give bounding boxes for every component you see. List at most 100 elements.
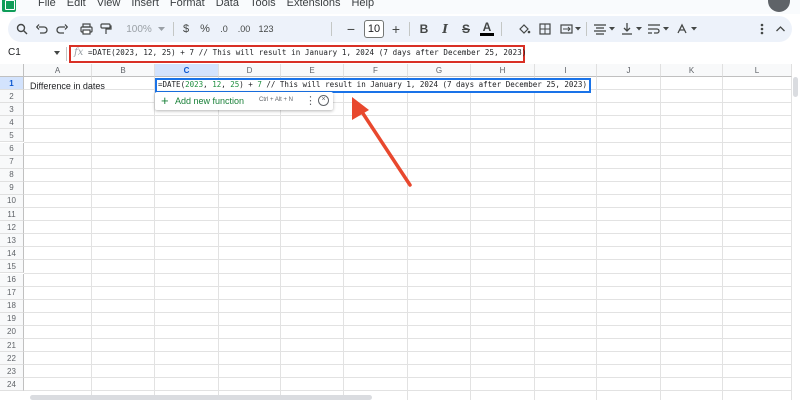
column-header-d[interactable]: D [219,64,281,77]
sheets-logo-icon[interactable] [2,0,16,12]
cell-a1[interactable]: Difference in dates [30,81,105,91]
column-header-f[interactable]: F [344,64,408,77]
zoom-chevron-down-icon[interactable] [156,20,166,38]
horizontal-scroll-thumb[interactable] [30,395,372,400]
row-header-16[interactable]: 16 [0,273,24,287]
text-color-button[interactable]: A [480,20,494,36]
currency-format-button[interactable]: $ [180,20,192,38]
wrap-chevron-down-icon[interactable] [662,20,670,38]
row-gridline [24,351,800,353]
borders-icon[interactable] [537,20,553,38]
search-menus-icon[interactable] [14,20,30,38]
paint-format-icon[interactable] [98,20,114,38]
row-header-19[interactable]: 19 [0,312,24,326]
row-gridline [24,115,800,117]
formula-arg-year: 2023 [185,80,204,89]
formula-bar-divider [66,47,67,61]
row-header-8[interactable]: 8 [0,168,24,182]
menu-view[interactable]: View [97,0,121,9]
row-gridline [24,390,800,392]
increase-font-size-button[interactable]: + [389,20,403,38]
row-header-4[interactable]: 4 [0,116,24,130]
rotation-chevron-down-icon[interactable] [690,20,698,38]
number-format-label: 123 [258,24,274,34]
row-header-20[interactable]: 20 [0,325,24,339]
row-header-10[interactable]: 10 [0,194,24,208]
row-header-2[interactable]: 2 [0,90,24,104]
text-rotation-icon[interactable] [674,20,690,38]
menu-tools[interactable]: Tools [250,0,276,9]
menu-file[interactable]: File [38,0,56,9]
bold-button[interactable]: B [417,20,431,38]
merge-cells-icon[interactable] [558,20,574,38]
row-header-7[interactable]: 7 [0,155,24,169]
row-header-23[interactable]: 23 [0,365,24,379]
formula-input[interactable]: =DATE(2023, 12, 25) + 7 // This will res… [88,48,526,57]
column-header-e[interactable]: E [281,64,344,77]
add-icon: + [161,93,169,108]
valign-chevron-down-icon[interactable] [635,20,643,38]
column-header-b[interactable]: B [92,64,155,77]
menu-format[interactable]: Format [170,0,205,9]
row-header-12[interactable]: 12 [0,221,24,235]
row-header-17[interactable]: 17 [0,286,24,300]
align-chevron-down-icon[interactable] [608,20,616,38]
number-format-button[interactable]: 123 [257,20,275,38]
font-size-input[interactable]: 10 [364,20,384,38]
column-header-c[interactable]: C [155,64,219,77]
row-header-1[interactable]: 1 [0,77,24,91]
menu-help[interactable]: Help [351,0,374,9]
column-header-i[interactable]: I [535,64,597,77]
row-header-11[interactable]: 11 [0,208,24,222]
row-header-14[interactable]: 14 [0,247,24,261]
column-header-l[interactable]: L [723,64,792,77]
horizontal-align-icon[interactable] [592,20,608,38]
row-gridline [24,246,800,248]
row-header-15[interactable]: 15 [0,260,24,274]
redo-icon[interactable] [54,20,70,38]
print-icon[interactable] [78,20,94,38]
decrease-decimal-button[interactable]: .0 [216,20,232,38]
vertical-scrollbar[interactable] [792,77,800,400]
add-new-function-button[interactable]: Add new function [175,96,244,106]
row-header-13[interactable]: 13 [0,234,24,248]
zoom-select[interactable]: 100% [122,20,156,38]
text-wrapping-icon[interactable] [646,20,662,38]
account-avatar[interactable] [768,0,790,12]
row-header-18[interactable]: 18 [0,299,24,313]
row-header-5[interactable]: 5 [0,129,24,143]
strikethrough-button[interactable]: S [459,20,473,38]
fill-color-icon[interactable] [516,20,532,38]
decrease-font-size-button[interactable]: − [344,20,358,38]
vertical-align-icon[interactable] [619,20,635,38]
percent-format-button[interactable]: % [198,20,212,38]
column-header-k[interactable]: K [661,64,723,77]
more-options-icon[interactable] [754,20,770,38]
increase-decimal-button[interactable]: .00 [234,20,254,38]
column-header-a[interactable]: A [24,64,92,77]
menu-insert[interactable]: Insert [131,0,159,9]
row-header-21[interactable]: 21 [0,339,24,353]
vertical-scroll-thumb[interactable] [793,77,798,97]
row-header-9[interactable]: 9 [0,181,24,195]
row-header-22[interactable]: 22 [0,352,24,366]
more-vert-icon[interactable]: ⋮ [305,94,316,107]
row-header-3[interactable]: 3 [0,103,24,117]
spreadsheet-grid: ABCDEFGHIJKL 1 2 3 4 5 6 7 8 9 10 11 12 13 14 15 16 17 18… [0,64,800,400]
italic-button[interactable]: I [438,20,452,38]
row-header-6[interactable]: 6 [0,142,24,156]
name-box-chevron-down-icon[interactable] [54,51,60,55]
column-header-g[interactable]: G [408,64,471,77]
column-header-j[interactable]: J [597,64,661,77]
select-all-corner[interactable] [0,64,24,77]
row-gridline [24,220,800,222]
close-icon[interactable]: × [318,95,329,106]
menu-edit[interactable]: Edit [67,0,86,9]
column-header-h[interactable]: H [471,64,535,77]
menu-extensions[interactable]: Extensions [287,0,341,9]
undo-icon[interactable] [34,20,50,38]
merge-chevron-down-icon[interactable] [574,20,582,38]
menu-data[interactable]: Data [216,0,239,9]
row-header-24[interactable]: 24 [0,378,24,392]
collapse-toolbar-chevron-icon[interactable] [774,20,786,38]
